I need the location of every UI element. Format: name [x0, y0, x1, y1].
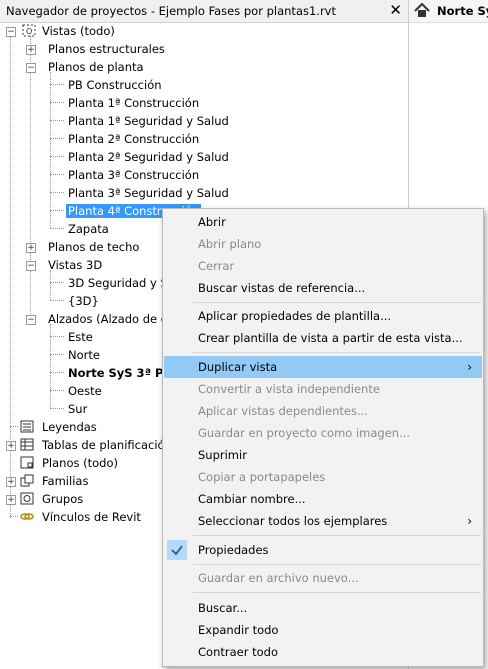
legend-icon: [20, 420, 34, 433]
panel-title: Navegador de proyectos - Ejemplo Fases p…: [6, 4, 336, 18]
tree-item-planta-1-construccion[interactable]: Planta 1ª Construcción: [66, 94, 201, 112]
menu-separator: [193, 564, 481, 565]
project-browser-title-bar: Navegador de proyectos - Ejemplo Fases p…: [0, 0, 408, 23]
expand-icon[interactable]: +: [26, 45, 36, 55]
expand-icon[interactable]: +: [6, 441, 16, 451]
family-icon: [20, 474, 34, 487]
submenu-arrow-icon: ›: [467, 514, 472, 528]
menu-item-aplicar-vistas-dependientes[interactable]: Aplicar vistas dependientes...: [164, 400, 482, 422]
tree-connector: [30, 36, 31, 318]
menu-separator: [193, 302, 481, 303]
svg-text:O: O: [26, 27, 32, 36]
tree-item-planta-2-construccion[interactable]: Planta 2ª Construcción: [66, 130, 201, 148]
tree-item-oeste[interactable]: Oeste: [66, 382, 104, 400]
tree-item-este[interactable]: Este: [66, 328, 95, 346]
view-tab-title: Norte SyS: [437, 4, 488, 18]
view-tab[interactable]: Norte SyS: [409, 0, 488, 23]
tree-item-norte[interactable]: Norte: [66, 346, 102, 364]
menu-item-abrir[interactable]: Abrir: [164, 211, 482, 233]
schedule-icon: [20, 438, 34, 451]
menu-item-buscar-vistas-referencia[interactable]: Buscar vistas de referencia...: [164, 277, 482, 299]
collapse-icon[interactable]: −: [26, 261, 36, 271]
menu-item-suprimir[interactable]: Suprimir: [164, 444, 482, 466]
group-icon: [20, 492, 34, 505]
close-icon[interactable]: ✕: [389, 1, 402, 19]
menu-item-propiedades[interactable]: Propiedades: [164, 539, 482, 561]
menu-item-duplicar-vista[interactable]: Duplicar vista ›: [164, 356, 482, 378]
menu-item-cambiar-nombre[interactable]: Cambiar nombre...: [164, 488, 482, 510]
tree-item-sur[interactable]: Sur: [66, 400, 89, 418]
views-icon: O: [22, 24, 36, 37]
menu-item-expandir-todo[interactable]: Expandir todo: [164, 619, 482, 641]
menu-item-buscar[interactable]: Buscar...: [164, 597, 482, 619]
collapse-icon[interactable]: −: [26, 63, 36, 73]
menu-item-convertir-independiente[interactable]: Convertir a vista independiente: [164, 378, 482, 400]
tree-item-planta-2-seguridad[interactable]: Planta 2ª Seguridad y Salud: [66, 148, 231, 166]
expand-icon[interactable]: +: [26, 243, 36, 253]
context-menu: Abrir Abrir plano Cerrar Buscar vistas d…: [162, 208, 484, 667]
menu-separator: [193, 592, 481, 593]
submenu-arrow-icon: ›: [467, 360, 472, 374]
menu-separator: [193, 352, 481, 353]
menu-separator: [193, 535, 481, 536]
menu-item-guardar-como-imagen[interactable]: Guardar en proyecto como imagen...: [164, 422, 482, 444]
tree-item-pb-construccion[interactable]: PB Construcción: [66, 76, 164, 94]
link-icon: [20, 513, 34, 520]
menu-item-aplicar-propiedades-plantilla[interactable]: Aplicar propiedades de plantilla...: [164, 305, 482, 327]
tree-item-planta-1-seguridad[interactable]: Planta 1ª Seguridad y Salud: [66, 112, 231, 130]
expand-icon[interactable]: +: [6, 495, 16, 505]
tree-item-3d-seguridad[interactable]: 3D Seguridad y Sa: [66, 274, 177, 292]
expand-icon[interactable]: +: [6, 477, 16, 487]
collapse-icon[interactable]: −: [26, 315, 36, 325]
collapse-icon[interactable]: −: [6, 27, 16, 37]
menu-item-contraer-todo[interactable]: Contraer todo: [164, 641, 482, 663]
tree-item-3d-default[interactable]: {3D}: [66, 292, 101, 310]
house-icon: [414, 3, 430, 17]
tree-item-zapata[interactable]: Zapata: [66, 220, 111, 238]
checkmark-icon: [167, 540, 187, 560]
sheet-icon: [20, 456, 34, 469]
menu-item-crear-plantilla-vista[interactable]: Crear plantilla de vista a partir de est…: [164, 327, 482, 349]
menu-item-guardar-archivo-nuevo[interactable]: Guardar en archivo nuevo...: [164, 567, 482, 589]
tree-connector: [50, 72, 51, 228]
menu-item-abrir-plano[interactable]: Abrir plano: [164, 233, 482, 255]
menu-item-seleccionar-ejemplares[interactable]: Seleccionar todos los ejemplares ›: [164, 510, 482, 532]
tree-item-planta-3-construccion[interactable]: Planta 3ª Construcción: [66, 166, 201, 184]
menu-item-copiar-portapapeles[interactable]: Copiar a portapapeles: [164, 466, 482, 488]
menu-item-cerrar[interactable]: Cerrar: [164, 255, 482, 277]
tree-item-planta-3-seguridad[interactable]: Planta 3ª Seguridad y Salud: [66, 184, 231, 202]
tree-connector: [50, 270, 51, 300]
